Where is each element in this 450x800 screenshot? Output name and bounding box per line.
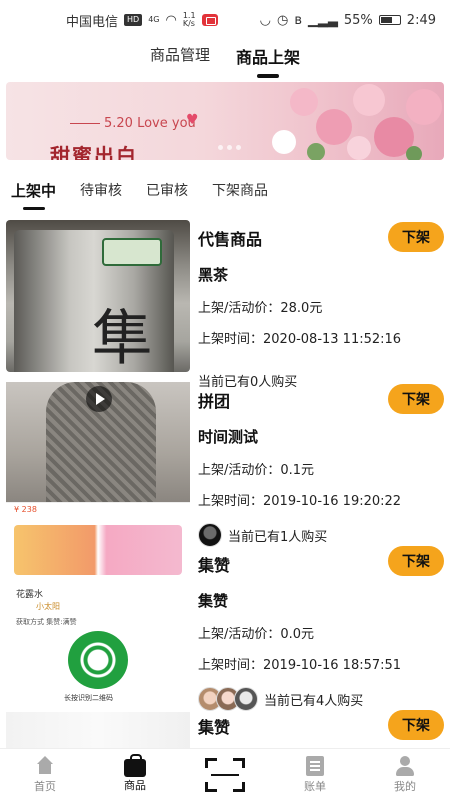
- product-image-4[interactable]: [6, 712, 190, 750]
- banner-pagination: [218, 145, 241, 150]
- nav-me[interactable]: 我的: [360, 749, 450, 800]
- network-label: 4G: [148, 15, 160, 24]
- product-time: 上架时间：2020-08-13 11:52:16: [198, 332, 402, 347]
- nav-scan[interactable]: [180, 749, 270, 800]
- product-list: 隼 ¥ 238 花露水 小太阳 获取方式 集赞:满赞 长按识别二维码 下架 代售…: [0, 220, 450, 750]
- poster-qr-caption: 长按识别二维码: [64, 694, 113, 702]
- scan-icon: [205, 757, 245, 792]
- tab-off-shelf[interactable]: 下架商品: [212, 180, 268, 204]
- product-price: 上架/活动价：0.1元: [198, 463, 315, 478]
- product-price: 上架/活动价：0.0元: [198, 627, 315, 642]
- nav-label: 商品: [124, 778, 146, 792]
- product-image-poster[interactable]: ¥ 238 花露水 小太阳 获取方式 集赞:满赞 长按识别二维码: [6, 502, 190, 712]
- nav-home[interactable]: 首页: [0, 749, 90, 800]
- product-name: 集赞: [198, 592, 229, 610]
- product-image-video[interactable]: [6, 382, 190, 502]
- tab-pending-review[interactable]: 待审核: [80, 180, 122, 204]
- nav-label: 我的: [394, 779, 416, 793]
- alarm-icon: ◷: [277, 12, 289, 28]
- buyers-text: 当前已有1人购买: [228, 529, 328, 545]
- status-left: 中国电信 HD 4G ◠ 1.1 K/s: [66, 11, 218, 30]
- product-name: 时间测试: [198, 428, 259, 446]
- nav-bills[interactable]: 账单: [270, 749, 360, 800]
- product-buyers: 当前已有1人购买: [198, 523, 444, 547]
- tea-can-char: 隼: [92, 304, 152, 372]
- carrier-label: 中国电信: [66, 14, 119, 30]
- battery-percent: 55%: [343, 12, 373, 28]
- poster-method: 获取方式 集赞:满赞: [16, 618, 77, 626]
- qr-code-icon: [68, 631, 128, 689]
- product-info: 集赞 集赞 上架/活动价：0.0元 上架时间：2019-10-16 18:57:…: [198, 552, 444, 711]
- top-tabs: 商品管理 商品上架: [0, 40, 450, 76]
- product-images: 隼 ¥ 238 花露水 小太阳 获取方式 集赞:满赞 长按识别二维码: [6, 220, 190, 750]
- buyer-avatars: [198, 687, 258, 711]
- wifi-icon: ◠: [165, 12, 177, 28]
- bottles-image: [14, 525, 182, 575]
- bill-icon: [306, 755, 324, 776]
- product-category: 集赞: [198, 718, 231, 737]
- nav-label: 账单: [304, 779, 326, 793]
- buyers-text: 当前已有4人购买: [264, 693, 364, 709]
- product-category: 代售商品: [198, 230, 263, 249]
- play-icon[interactable]: [86, 386, 112, 412]
- product-time: 上架时间：2019-10-16 19:20:22: [198, 494, 402, 509]
- status-right: ◡ ◷ ʙ ▁▂▃ 55% 2:49: [260, 13, 436, 28]
- promo-banner[interactable]: 5.20 Love you ♥ 甜蜜出白: [6, 82, 444, 160]
- nav-goods[interactable]: 商品: [90, 749, 180, 800]
- poster-name: 花露水: [16, 590, 44, 600]
- tab-on-sale[interactable]: 上架中: [11, 180, 56, 210]
- speed-label: 1.1 K/s: [182, 11, 196, 28]
- banner-subtitle: 5.20 Love you: [66, 116, 196, 131]
- nav-label: 首页: [34, 779, 56, 793]
- app-notification-icon: [201, 14, 218, 26]
- status-bar: 中国电信 HD 4G ◠ 1.1 K/s ◡ ◷ ʙ ▁▂▃ 55% 2:49: [0, 0, 450, 40]
- banner-dot[interactable]: [236, 145, 241, 150]
- heart-icon: ♥: [186, 112, 199, 128]
- flowers-image: [272, 84, 442, 160]
- product-info: 拼团 时间测试 上架/活动价：0.1元 上架时间：2019-10-16 19:2…: [198, 388, 444, 547]
- tab-goods-listing[interactable]: 商品上架: [236, 44, 300, 78]
- bluetooth-icon: ʙ: [294, 12, 302, 28]
- tea-logo: [102, 238, 162, 266]
- product-category: 拼团: [198, 392, 231, 411]
- buyer-avatar: [234, 687, 258, 711]
- product-buyers: 当前已有4人购买: [198, 687, 444, 711]
- user-icon: [394, 755, 416, 776]
- signal-icon: ▁▂▃: [307, 12, 338, 28]
- buyer-avatar: [198, 523, 222, 547]
- home-icon: [34, 755, 56, 776]
- product-image-tea[interactable]: 隼: [6, 220, 190, 372]
- product-time: 上架时间：2019-10-16 18:57:51: [198, 658, 402, 673]
- poster-price: ¥ 238: [14, 505, 37, 514]
- bag-icon: [124, 753, 146, 777]
- hd-badge: HD: [124, 14, 143, 26]
- battery-icon: [378, 15, 401, 25]
- headset-icon: ◡: [259, 12, 271, 28]
- bottom-nav: 首页 商品 账单 我的: [0, 748, 450, 800]
- tab-reviewed[interactable]: 已审核: [146, 180, 188, 204]
- product-name: 黑茶: [198, 266, 229, 284]
- poster-nick: 小太阳: [36, 602, 60, 611]
- product-category: 集赞: [198, 556, 231, 575]
- banner-dot[interactable]: [227, 145, 232, 150]
- status-tabs: 上架中 待审核 已审核 下架商品: [0, 160, 450, 220]
- tab-goods-management[interactable]: 商品管理: [150, 44, 210, 75]
- product-info: 代售商品 黑茶 上架/活动价：28.0元 上架时间：2020-08-13 11:…: [198, 226, 444, 390]
- product-info: 集赞: [198, 714, 444, 738]
- banner-title: 甜蜜出白: [50, 144, 138, 160]
- clock: 2:49: [406, 12, 436, 28]
- product-price: 上架/活动价：28.0元: [198, 301, 323, 316]
- banner-dot[interactable]: [218, 145, 223, 150]
